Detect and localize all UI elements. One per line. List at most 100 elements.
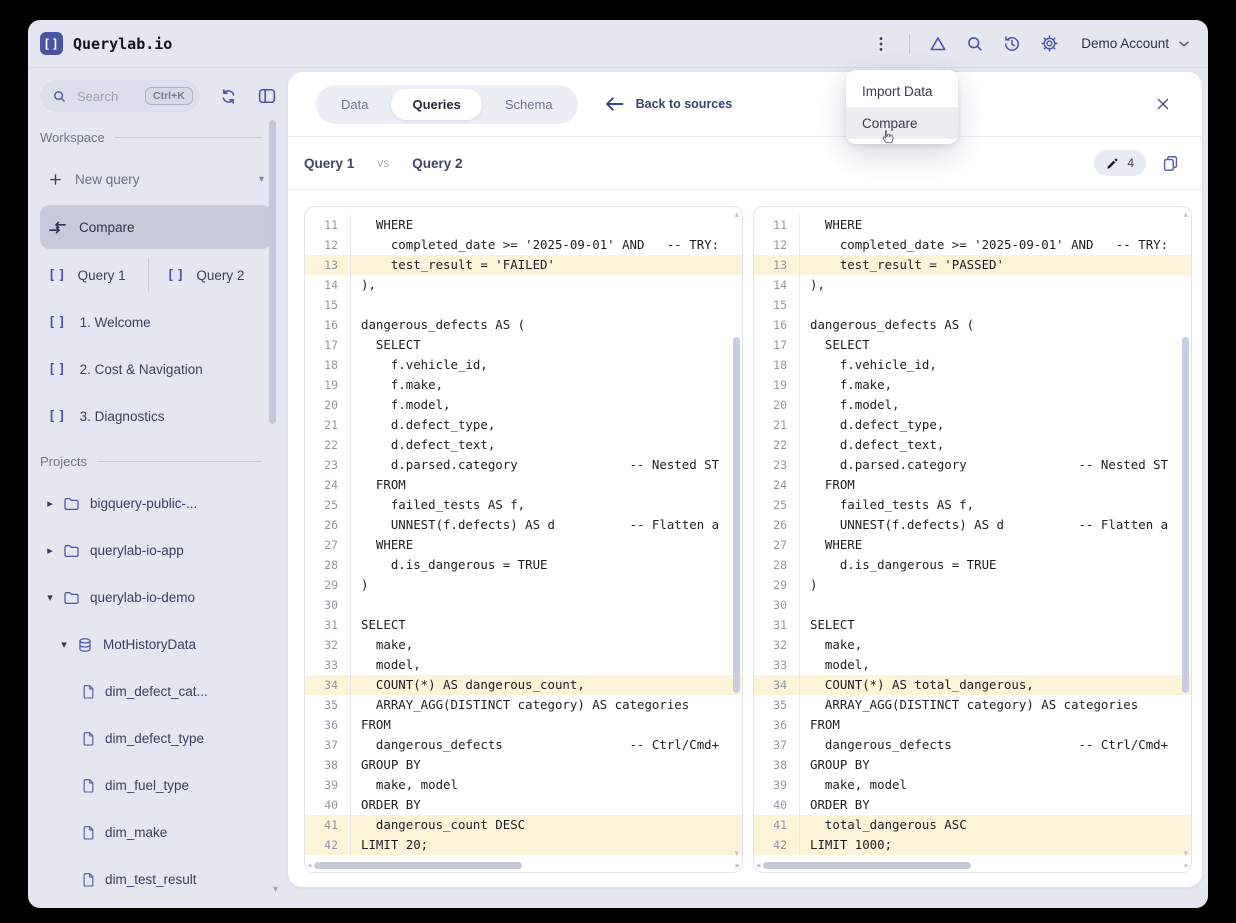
code-line[interactable]: 40ORDER BY (754, 795, 1191, 815)
history-icon[interactable] (1001, 33, 1023, 55)
code-line[interactable]: 23 d.parsed.category -- Nested ST (305, 455, 742, 475)
code-line[interactable]: 14), (754, 275, 1191, 295)
copy-icon[interactable] (1161, 154, 1180, 173)
menu-item-compare[interactable]: Compare (846, 107, 958, 139)
code-line[interactable]: 38GROUP BY (754, 755, 1191, 775)
code-line[interactable]: 35 ARRAY_AGG(DISTINCT category) AS categ… (305, 695, 742, 715)
tab-queries[interactable]: Queries (391, 89, 481, 120)
tree-item-folder[interactable]: ▾querylab-io-demo (40, 574, 288, 621)
sidebar-scroll-down-icon[interactable]: ▾ (273, 884, 278, 895)
code-line[interactable]: 41 total_dangerous ASC (754, 815, 1191, 835)
code-line[interactable]: 11 WHERE (754, 215, 1191, 235)
code-line[interactable]: 32 make, (754, 635, 1191, 655)
scroll-left-icon[interactable]: ◂ (756, 861, 761, 870)
scroll-right-icon[interactable]: ▸ (735, 861, 740, 870)
caret-down-icon[interactable]: ▾ (44, 591, 56, 604)
scroll-down-icon[interactable]: ▾ (1183, 849, 1188, 858)
sidebar-scrollbar[interactable] (269, 120, 276, 424)
code-line[interactable]: 22 d.defect_text, (754, 435, 1191, 455)
code-line[interactable]: 11 WHERE (305, 215, 742, 235)
tree-item-table[interactable]: dim_make (40, 809, 288, 856)
horizontal-scrollbar[interactable] (314, 862, 522, 869)
kebab-menu-icon[interactable] (870, 33, 892, 55)
code-line[interactable]: 34 COUNT(*) AS dangerous_count, (305, 675, 742, 695)
code-line[interactable]: 39 make, model (305, 775, 742, 795)
code-line[interactable]: 26 UNNEST(f.defects) AS d -- Flatten a (754, 515, 1191, 535)
code-line[interactable]: 26 UNNEST(f.defects) AS d -- Flatten a (305, 515, 742, 535)
query-2-editor[interactable]: 11 WHERE12 completed_date >= '2025-09-01… (753, 206, 1192, 873)
code-line[interactable]: 27 WHERE (754, 535, 1191, 555)
scroll-up-icon[interactable]: ▴ (734, 210, 739, 219)
code-line[interactable]: 32 make, (305, 635, 742, 655)
tree-item-table[interactable]: dim_defect_cat... (40, 668, 288, 715)
code-line[interactable]: 42LIMIT 20; (305, 835, 742, 855)
code-line[interactable]: 16dangerous_defects AS ( (754, 315, 1191, 335)
sidebar-item-compare[interactable]: Compare (40, 205, 272, 249)
caret-down-icon[interactable]: ▾ (58, 638, 70, 651)
code-line[interactable]: 28 d.is_dangerous = TRUE (305, 555, 742, 575)
code-line[interactable]: 36FROM (754, 715, 1191, 735)
code-line[interactable]: 14), (305, 275, 742, 295)
close-icon[interactable] (1154, 95, 1172, 113)
sidebar-item-diagnostics[interactable]: [] 3. Diagnostics (40, 393, 288, 440)
code-line[interactable]: 24 FROM (754, 475, 1191, 495)
code-line[interactable]: 41 dangerous_count DESC (305, 815, 742, 835)
tree-item-table[interactable]: dim_test_result (40, 856, 288, 903)
tab-data[interactable]: Data (320, 89, 389, 120)
query-1-editor[interactable]: 11 WHERE12 completed_date >= '2025-09-01… (304, 206, 743, 873)
code-line[interactable]: 13 test_result = 'FAILED' (305, 255, 742, 275)
tree-item-folder[interactable]: ▸bigquery-public-... (40, 480, 288, 527)
account-menu[interactable]: Demo Account (1081, 36, 1192, 52)
sidebar-item-cost-navigation[interactable]: [] 2. Cost & Navigation (40, 346, 288, 393)
tree-item-table[interactable]: dim_defect_type (40, 715, 288, 762)
code-line[interactable]: 29) (754, 575, 1191, 595)
code-line[interactable]: 25 failed_tests AS f, (305, 495, 742, 515)
code-line[interactable]: 15 (754, 295, 1191, 315)
new-query-button[interactable]: New query ▾ (40, 156, 288, 203)
code-line[interactable]: 16dangerous_defects AS ( (305, 315, 742, 335)
scroll-down-icon[interactable]: ▾ (734, 849, 739, 858)
code-line[interactable]: 29) (305, 575, 742, 595)
code-line[interactable]: 22 d.defect_text, (305, 435, 742, 455)
code-line[interactable]: 20 f.model, (754, 395, 1191, 415)
code-line[interactable]: 30 (754, 595, 1191, 615)
caret-right-icon[interactable]: ▸ (44, 497, 56, 510)
code-line[interactable]: 40ORDER BY (305, 795, 742, 815)
sidebar-item-query-1[interactable]: [] Query 1 (40, 268, 126, 283)
scroll-left-icon[interactable]: ◂ (307, 861, 312, 870)
gear-icon[interactable] (1038, 33, 1060, 55)
code-line[interactable]: 39 make, model (754, 775, 1191, 795)
code-line[interactable]: 33 model, (305, 655, 742, 675)
scroll-right-icon[interactable]: ▸ (1184, 861, 1189, 870)
code-line[interactable]: 25 failed_tests AS f, (754, 495, 1191, 515)
back-to-sources-link[interactable]: Back to sources (604, 96, 733, 112)
code-line[interactable]: 12 completed_date >= '2025-09-01' AND --… (305, 235, 742, 255)
sidebar-item-query-2[interactable]: [] Query 2 (167, 268, 245, 283)
code-line[interactable]: 37 dangerous_defects -- Ctrl/Cmd+ (754, 735, 1191, 755)
code-line[interactable]: 18 f.vehicle_id, (754, 355, 1191, 375)
code-line[interactable]: 31SELECT (305, 615, 742, 635)
code-line[interactable]: 17 SELECT (305, 335, 742, 355)
code-line[interactable]: 31SELECT (754, 615, 1191, 635)
code-line[interactable]: 12 completed_date >= '2025-09-01' AND --… (754, 235, 1191, 255)
code-line[interactable]: 21 d.defect_type, (305, 415, 742, 435)
code-line[interactable]: 28 d.is_dangerous = TRUE (754, 555, 1191, 575)
edit-count-button[interactable]: 4 (1094, 150, 1146, 176)
code-line[interactable]: 37 dangerous_defects -- Ctrl/Cmd+ (305, 735, 742, 755)
code-line[interactable]: 19 f.make, (754, 375, 1191, 395)
sidebar-toggle-icon[interactable] (256, 85, 278, 107)
code-line[interactable]: 23 d.parsed.category -- Nested ST (754, 455, 1191, 475)
refresh-icon[interactable] (217, 85, 239, 107)
horizontal-scrollbar[interactable] (763, 862, 971, 869)
code-line[interactable]: 18 f.vehicle_id, (305, 355, 742, 375)
sidebar-item-welcome[interactable]: [] 1. Welcome (40, 299, 288, 346)
code-line[interactable]: 34 COUNT(*) AS total_dangerous, (754, 675, 1191, 695)
search-box[interactable]: Ctrl+K (40, 80, 200, 112)
code-line[interactable]: 27 WHERE (305, 535, 742, 555)
search-input[interactable] (75, 88, 137, 105)
code-line[interactable]: 38GROUP BY (305, 755, 742, 775)
code-line[interactable]: 20 f.model, (305, 395, 742, 415)
vertical-scrollbar[interactable] (733, 337, 740, 693)
tab-schema[interactable]: Schema (484, 89, 574, 120)
scroll-up-icon[interactable]: ▴ (1183, 210, 1188, 219)
